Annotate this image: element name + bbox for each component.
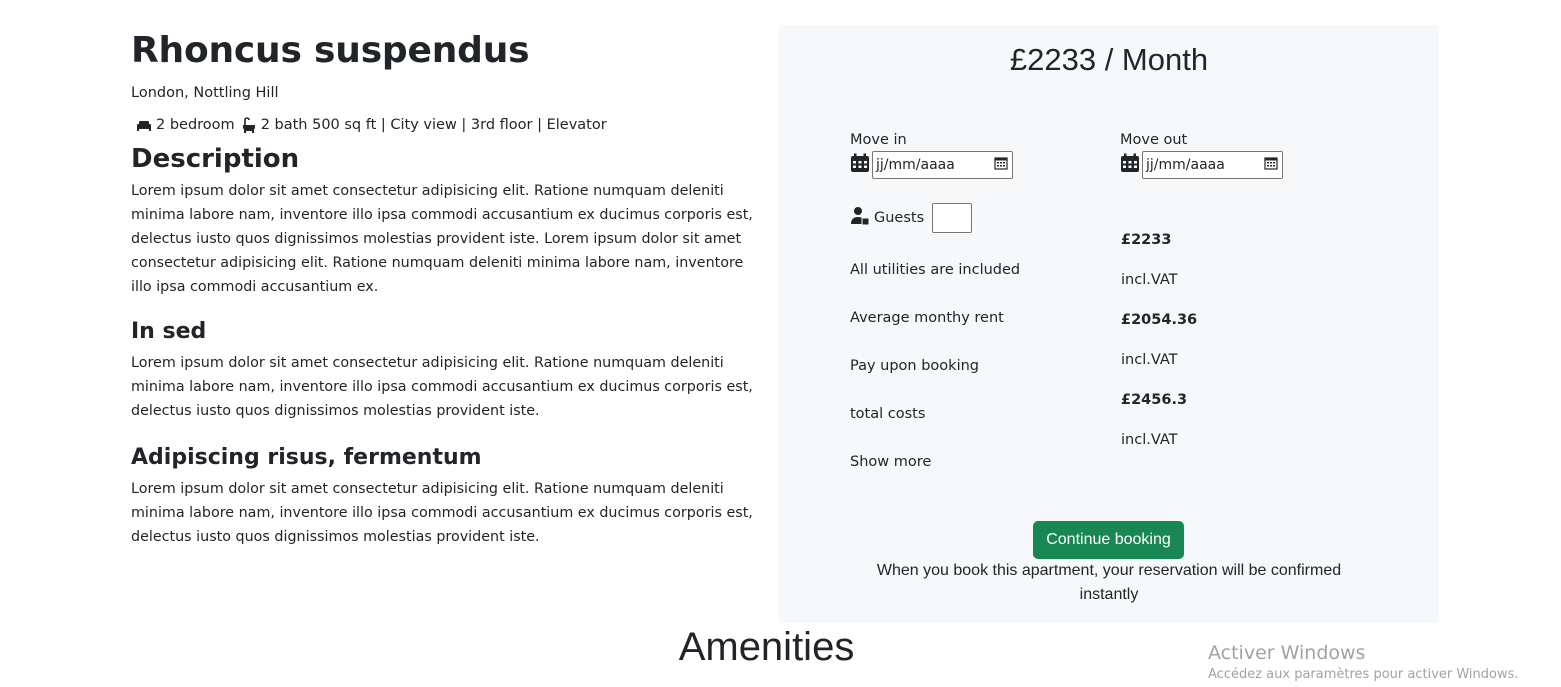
section-heading-in-sed: In sed [131, 319, 207, 344]
rent-vat: incl.VAT [1121, 352, 1178, 368]
total-value: £2456.3 [1121, 392, 1188, 408]
utilities-label: All utilities are included [850, 262, 1021, 278]
guests-input[interactable] [932, 203, 973, 233]
listing-title: Rhoncus suspendus [131, 30, 530, 71]
show-more-link[interactable]: Show more [850, 452, 931, 472]
price-vat: incl.VAT [1121, 272, 1178, 288]
move-out-label: Move out [1120, 132, 1188, 148]
calendar-icon [850, 153, 870, 177]
description-heading: Description [131, 144, 300, 174]
total-label: total costs [850, 406, 926, 422]
move-out-date-input[interactable]: jj/mm/aaaa [1142, 151, 1283, 179]
bedrooms-text: 2 bedroom [156, 117, 235, 133]
booking-note: When you book this apartment, your reser… [876, 562, 1342, 603]
move-in-date-input[interactable]: jj/mm/aaaa [872, 151, 1013, 179]
pay-label: Pay upon booking [850, 358, 979, 374]
windows-activation-subtitle: Accédez aux paramètres pour activer Wind… [1208, 667, 1519, 682]
move-in-date-value: jj/mm/aaaa [876, 157, 955, 173]
bath-icon [241, 114, 257, 136]
details-text: 2 bath 500 sq ft | City view | 3rd floor… [260, 117, 607, 133]
move-in-field: Move in jj/mm/aaaa [850, 130, 1013, 179]
price-heading: £2233 / Month [1009, 42, 1209, 77]
total-vat: incl.VAT [1121, 432, 1178, 448]
move-out-date-value: jj/mm/aaaa [1146, 157, 1225, 173]
listing-location: London, Nottling Hill [131, 85, 279, 101]
guests-field: Guests [850, 203, 973, 233]
rent-label: Average monthy rent [850, 310, 1004, 326]
listing-features: 2 bedroom 2 bath 500 sq ft | City view |… [131, 114, 761, 136]
windows-activation-title: Activer Windows [1208, 642, 1366, 664]
description-text: Lorem ipsum dolor sit amet consectetur a… [131, 183, 753, 295]
rent-value: £2054.36 [1121, 312, 1198, 328]
listing-details: Rhoncus suspendus London, Nottling Hill … [131, 28, 761, 549]
bed-icon [136, 114, 152, 136]
move-in-label: Move in [850, 132, 907, 148]
section-text-in-sed: Lorem ipsum dolor sit amet consectetur a… [131, 355, 753, 419]
calendar-picker-icon[interactable] [994, 156, 1008, 174]
continue-booking-button[interactable]: Continue booking [1033, 521, 1184, 559]
price-value: £2233 [1121, 232, 1172, 248]
move-out-field: Move out jj/mm/aaaa [1120, 130, 1283, 179]
calendar-icon [1120, 153, 1140, 177]
section-text-adipiscing: Lorem ipsum dolor sit amet consectetur a… [131, 481, 753, 545]
calendar-picker-icon[interactable] [1264, 156, 1278, 174]
section-heading-adipiscing: Adipiscing risus, fermentum [131, 445, 482, 470]
user-icon [850, 206, 870, 230]
guests-label: Guests [874, 210, 925, 226]
booking-panel: £2233 / Month Move in jj/mm/aaaa Move ou… [779, 25, 1439, 623]
